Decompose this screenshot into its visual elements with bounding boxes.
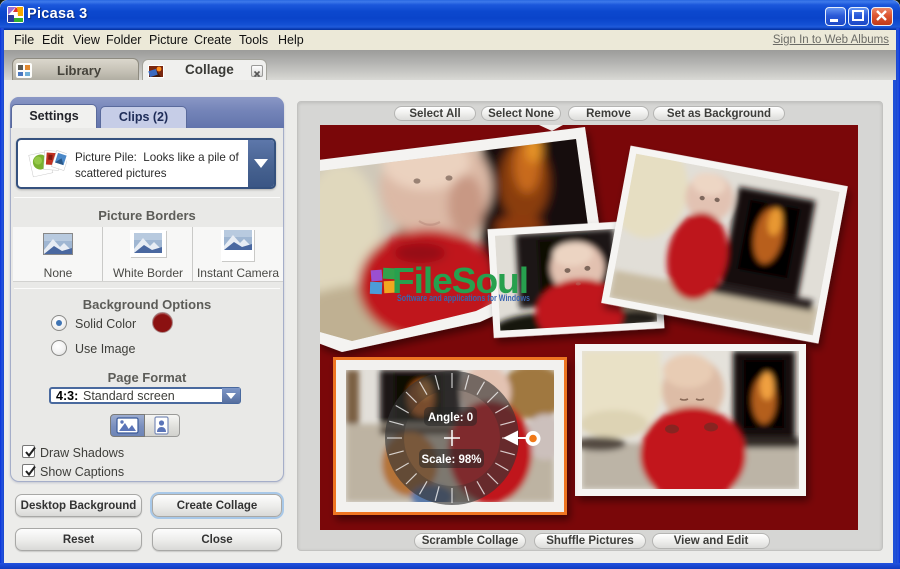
svg-text:Software and applications for: Software and applications for Windows [397,293,530,304]
svg-text:Scale: 98%: Scale: 98% [421,454,481,466]
svg-text:Angle: 0: Angle: 0 [428,412,473,424]
